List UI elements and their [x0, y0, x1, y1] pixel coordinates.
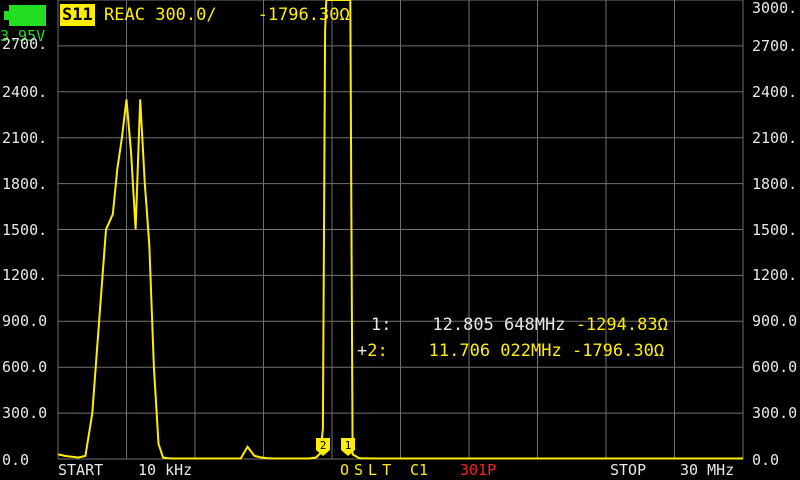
right-tick-label: 1200.: [752, 266, 798, 285]
battery-icon: [4, 5, 46, 26]
right-tick-label: 900.0: [752, 312, 798, 331]
marker-2-value: -1796.30Ω: [571, 341, 665, 361]
calibration-status[interactable]: OSLT: [340, 461, 396, 479]
marker-2-flag-number: 2: [320, 439, 327, 452]
right-tick-label: 0.0: [752, 451, 780, 469]
right-tick-label: 1800.: [752, 174, 798, 193]
marker-2-label: 2:: [367, 341, 388, 361]
right-tick-label: 3000.: [752, 0, 798, 17]
trace-info[interactable]: REAC 300.0/ -1796.30Ω: [104, 4, 350, 26]
trace-channel-badge[interactable]: S11: [60, 4, 95, 26]
left-tick-label: 2400.: [2, 82, 48, 101]
marker-2-flag[interactable]: 2: [316, 438, 330, 456]
left-tick-label: 2700.: [2, 35, 48, 53]
start-frequency[interactable]: 10 kHz: [138, 461, 192, 479]
reactance-plot: [57, 0, 744, 460]
stop-frequency[interactable]: 30 MHz: [680, 461, 734, 479]
left-tick-label: 300.0: [2, 404, 48, 423]
right-tick-label: 2700.: [752, 36, 798, 55]
left-tick-label: 1200.: [2, 266, 48, 285]
marker-1-flag-number: 1: [345, 439, 352, 452]
stop-label[interactable]: STOP: [610, 461, 646, 479]
sweep-points[interactable]: 301P: [460, 461, 496, 479]
marker-2-readout[interactable]: +2: 11.706 022MHz -1796.30Ω: [316, 318, 664, 384]
marker-2-frequency: 11.706 022MHz: [428, 341, 562, 361]
marker-2-active-indicator: +: [356, 341, 368, 361]
left-tick-label: 2100.: [2, 128, 48, 147]
right-tick-label: 600.0: [752, 358, 798, 377]
trace-scale: 300.0/: [155, 5, 217, 25]
left-tick-label: 0.0: [2, 451, 30, 469]
trace-format: REAC: [104, 5, 145, 25]
left-tick-label: 1500.: [2, 220, 48, 239]
trace-value: -1796.30Ω: [257, 5, 350, 25]
left-tick-label: 900.0: [2, 312, 48, 331]
calibration-slot[interactable]: C1: [410, 461, 428, 479]
right-tick-label: 1500.: [752, 220, 798, 239]
right-tick-label: 2400.: [752, 82, 798, 101]
right-tick-label: 300.0: [752, 404, 798, 423]
start-label[interactable]: START: [58, 461, 103, 479]
left-tick-label: 600.0: [2, 358, 48, 377]
right-tick-label: 2100.: [752, 128, 798, 147]
nanovna-screen: 3.95V S11 REAC 300.0/ -1796.30Ω 2700. 240…: [0, 0, 800, 480]
marker-1-flag[interactable]: 1: [341, 438, 355, 456]
left-tick-label: 1800.: [2, 174, 48, 193]
